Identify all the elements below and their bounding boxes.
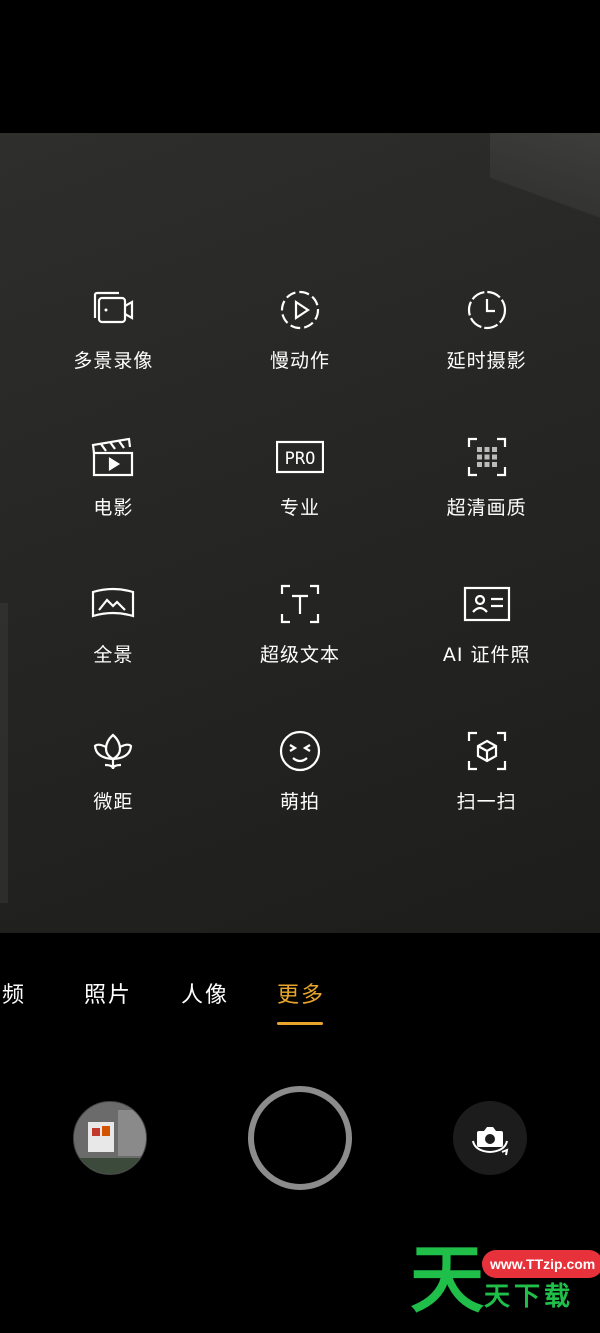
tab-more[interactable]: 更多 xyxy=(277,977,325,1009)
mode-label: 延时摄影 xyxy=(446,350,527,372)
super-text-icon xyxy=(276,580,324,628)
cute-face-icon xyxy=(276,727,324,775)
viewfinder-background xyxy=(0,603,8,903)
mode-label: 专业 xyxy=(279,497,320,519)
tab-photo[interactable]: 照片 xyxy=(84,977,132,1009)
panorama-icon xyxy=(89,580,137,628)
shutter-button[interactable] xyxy=(248,1086,352,1190)
time-lapse-icon xyxy=(463,286,511,334)
mode-macro[interactable]: 微距 xyxy=(20,719,207,866)
pro-icon-text: PRO xyxy=(285,449,316,469)
mode-slow-motion[interactable]: 慢动作 xyxy=(207,278,394,425)
mode-label: 电影 xyxy=(93,497,134,519)
movie-clapper-icon xyxy=(89,433,137,481)
tab-portrait[interactable]: 人像 xyxy=(181,977,229,1009)
mode-label: 多景录像 xyxy=(73,350,154,372)
watermark-big-char: 天 xyxy=(410,1237,484,1323)
multi-scene-video-icon xyxy=(89,286,137,334)
mode-label: 超级文本 xyxy=(259,644,340,666)
mode-label: AI 证件照 xyxy=(442,644,531,666)
mode-time-lapse[interactable]: 延时摄影 xyxy=(393,278,580,425)
watermark-name: 天下载 xyxy=(484,1282,575,1312)
mode-movie[interactable]: 电影 xyxy=(20,425,207,572)
top-bar xyxy=(0,0,600,133)
mode-label: 扫一扫 xyxy=(456,791,517,813)
watermark-url: www.TTzip.com xyxy=(482,1250,600,1278)
tab-video[interactable]: 视频 xyxy=(0,977,26,1009)
mode-panorama[interactable]: 全景 xyxy=(20,572,207,719)
mode-cute-shot[interactable]: 萌拍 xyxy=(207,719,394,866)
camera-viewfinder[interactable]: 多景录像 慢动作 延时摄影 电影 PRO 专业 超清画质 全景 超级文本 AI … xyxy=(0,133,600,933)
active-tab-indicator xyxy=(277,1022,323,1025)
mode-label: 全景 xyxy=(93,644,134,666)
viewfinder-background xyxy=(490,133,600,233)
switch-camera-icon xyxy=(472,1127,509,1156)
mode-pro[interactable]: PRO 专业 xyxy=(207,425,394,572)
mode-label: 超清画质 xyxy=(446,497,527,519)
switch-camera-button[interactable] xyxy=(453,1101,527,1175)
mode-label: 微距 xyxy=(93,791,134,813)
scan-icon xyxy=(463,727,511,775)
mode-multi-scene-video[interactable]: 多景录像 xyxy=(20,278,207,425)
mode-label: 慢动作 xyxy=(269,350,330,372)
pro-mode-icon: PRO xyxy=(275,433,324,481)
camera-mode-tabs: 视频 照片 人像 更多 xyxy=(0,933,600,1043)
mode-super-text[interactable]: 超级文本 xyxy=(207,572,394,719)
mode-grid: 多景录像 慢动作 延时摄影 电影 PRO 专业 超清画质 全景 超级文本 AI … xyxy=(20,278,580,838)
gallery-thumbnail[interactable] xyxy=(73,1101,147,1175)
slow-motion-icon xyxy=(276,286,324,334)
ultra-hd-icon xyxy=(463,433,511,481)
mode-scan[interactable]: 扫一扫 xyxy=(393,719,580,866)
macro-flower-icon xyxy=(89,727,137,775)
mode-ai-id-photo[interactable]: AI 证件照 xyxy=(393,572,580,719)
watermark-logo: 天 www.TTzip.com 天下载 xyxy=(410,1240,600,1333)
id-photo-icon xyxy=(463,580,511,628)
mode-label: 萌拍 xyxy=(279,791,320,813)
mode-ultra-hd[interactable]: 超清画质 xyxy=(393,425,580,572)
